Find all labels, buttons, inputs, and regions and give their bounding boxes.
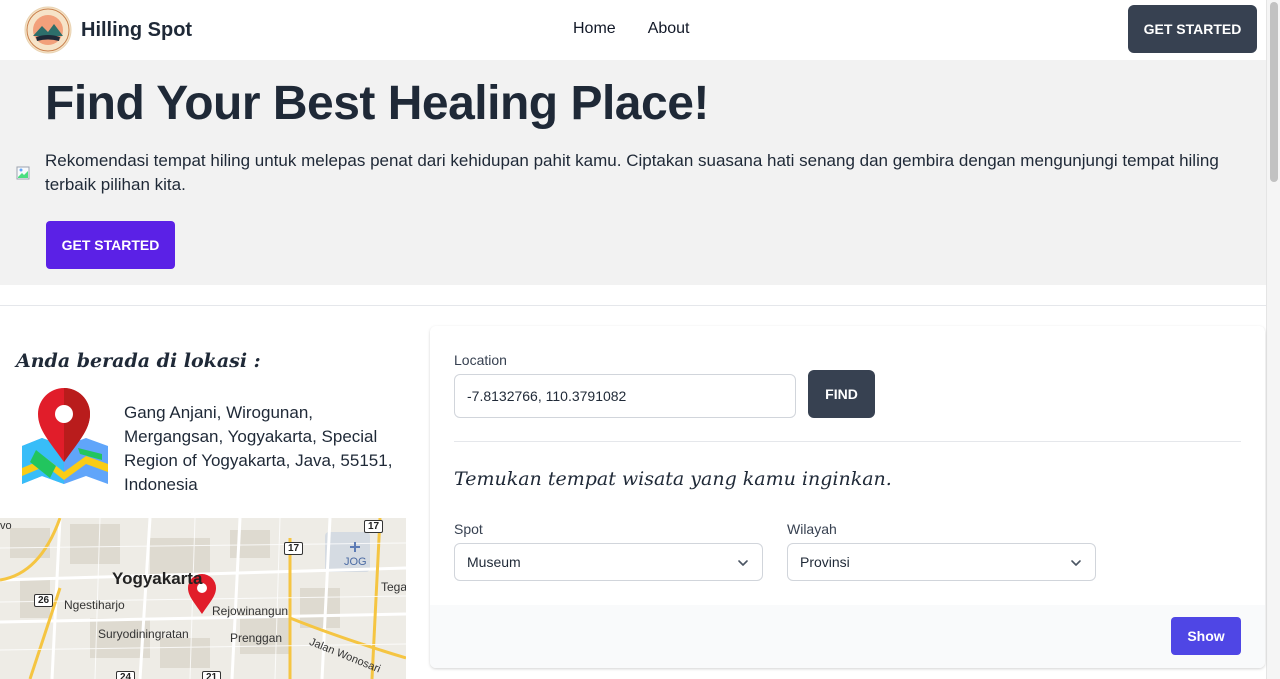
broken-image-icon [16, 166, 30, 180]
location-label: Location [454, 352, 507, 368]
hero-section: Find Your Best Healing Place! Rekomendas… [0, 60, 1266, 285]
road-shield: 17 [364, 520, 384, 533]
map-label-prenggan: Prenggan [230, 631, 283, 645]
location-heading: Anda berada di lokasi : [16, 350, 261, 372]
card-divider [454, 441, 1241, 442]
scrollbar-thumb[interactable] [1270, 2, 1278, 182]
map-label-jog: JOG [344, 556, 367, 568]
map-label-yogyakarta: Yogyakarta [112, 569, 203, 588]
search-card: Location FIND Temukan tempat wisata yang… [430, 326, 1265, 668]
navbar: Hilling Spot Home About GET STARTED [0, 0, 1266, 60]
map-label-jalan-wonosari: Jalan Wonosari [307, 636, 383, 676]
hero-title: Find Your Best Healing Place! [45, 77, 709, 130]
road-shield: 24 [116, 671, 136, 679]
search-subheading: Temukan tempat wisata yang kamu inginkan… [454, 468, 892, 490]
location-map[interactable]: Yogyakarta Ngestiharjo Rejowinangun Sury… [0, 518, 406, 679]
current-address: Gang Anjani, Wirogunan, Mergangsan, Yogy… [124, 403, 393, 494]
location-pin-map-icon [16, 388, 112, 488]
nav-link-about[interactable]: About [648, 20, 690, 38]
region-label: Wilayah [787, 521, 837, 537]
map-label-ngestiharjo: Ngestiharjo [64, 598, 125, 612]
map-label-tega: Tega [381, 580, 406, 594]
road-shield: 17 [284, 542, 304, 555]
card-footer: Show [430, 605, 1265, 668]
nav-link-home[interactable]: Home [573, 20, 616, 38]
location-input[interactable] [454, 374, 796, 418]
show-button[interactable]: Show [1171, 617, 1241, 655]
map-label-rejowinangun: Rejowinangun [212, 604, 289, 618]
spot-select-value: Museum [467, 554, 521, 570]
map-label-suryodiningratan: Suryodiningratan [98, 627, 189, 641]
hero-description: Rekomendasi tempat hiling untuk melepas … [45, 151, 1219, 194]
brand[interactable]: Hilling Spot [24, 6, 192, 54]
hilling-spot-logo [24, 6, 72, 54]
chevron-down-icon [1071, 560, 1081, 566]
region-select[interactable]: Provinsi [787, 543, 1096, 581]
brand-name: Hilling Spot [81, 18, 193, 41]
region-select-value: Provinsi [800, 554, 850, 570]
section-divider [0, 305, 1266, 306]
spot-select[interactable]: Museum [454, 543, 763, 581]
road-shield: 21 [202, 671, 222, 679]
find-button[interactable]: FIND [808, 370, 875, 418]
hero-get-started-button[interactable]: GET STARTED [46, 221, 175, 269]
navbar-get-started-button[interactable]: GET STARTED [1128, 5, 1257, 53]
map-labels: Yogyakarta Ngestiharjo Rejowinangun Sury… [0, 518, 406, 679]
map-label-vo: vo [0, 520, 12, 532]
road-shield: 26 [34, 594, 54, 607]
spot-label: Spot [454, 521, 483, 537]
chevron-down-icon [738, 560, 748, 566]
page-scrollbar[interactable] [1266, 0, 1280, 679]
main-nav: Home About [573, 20, 690, 38]
